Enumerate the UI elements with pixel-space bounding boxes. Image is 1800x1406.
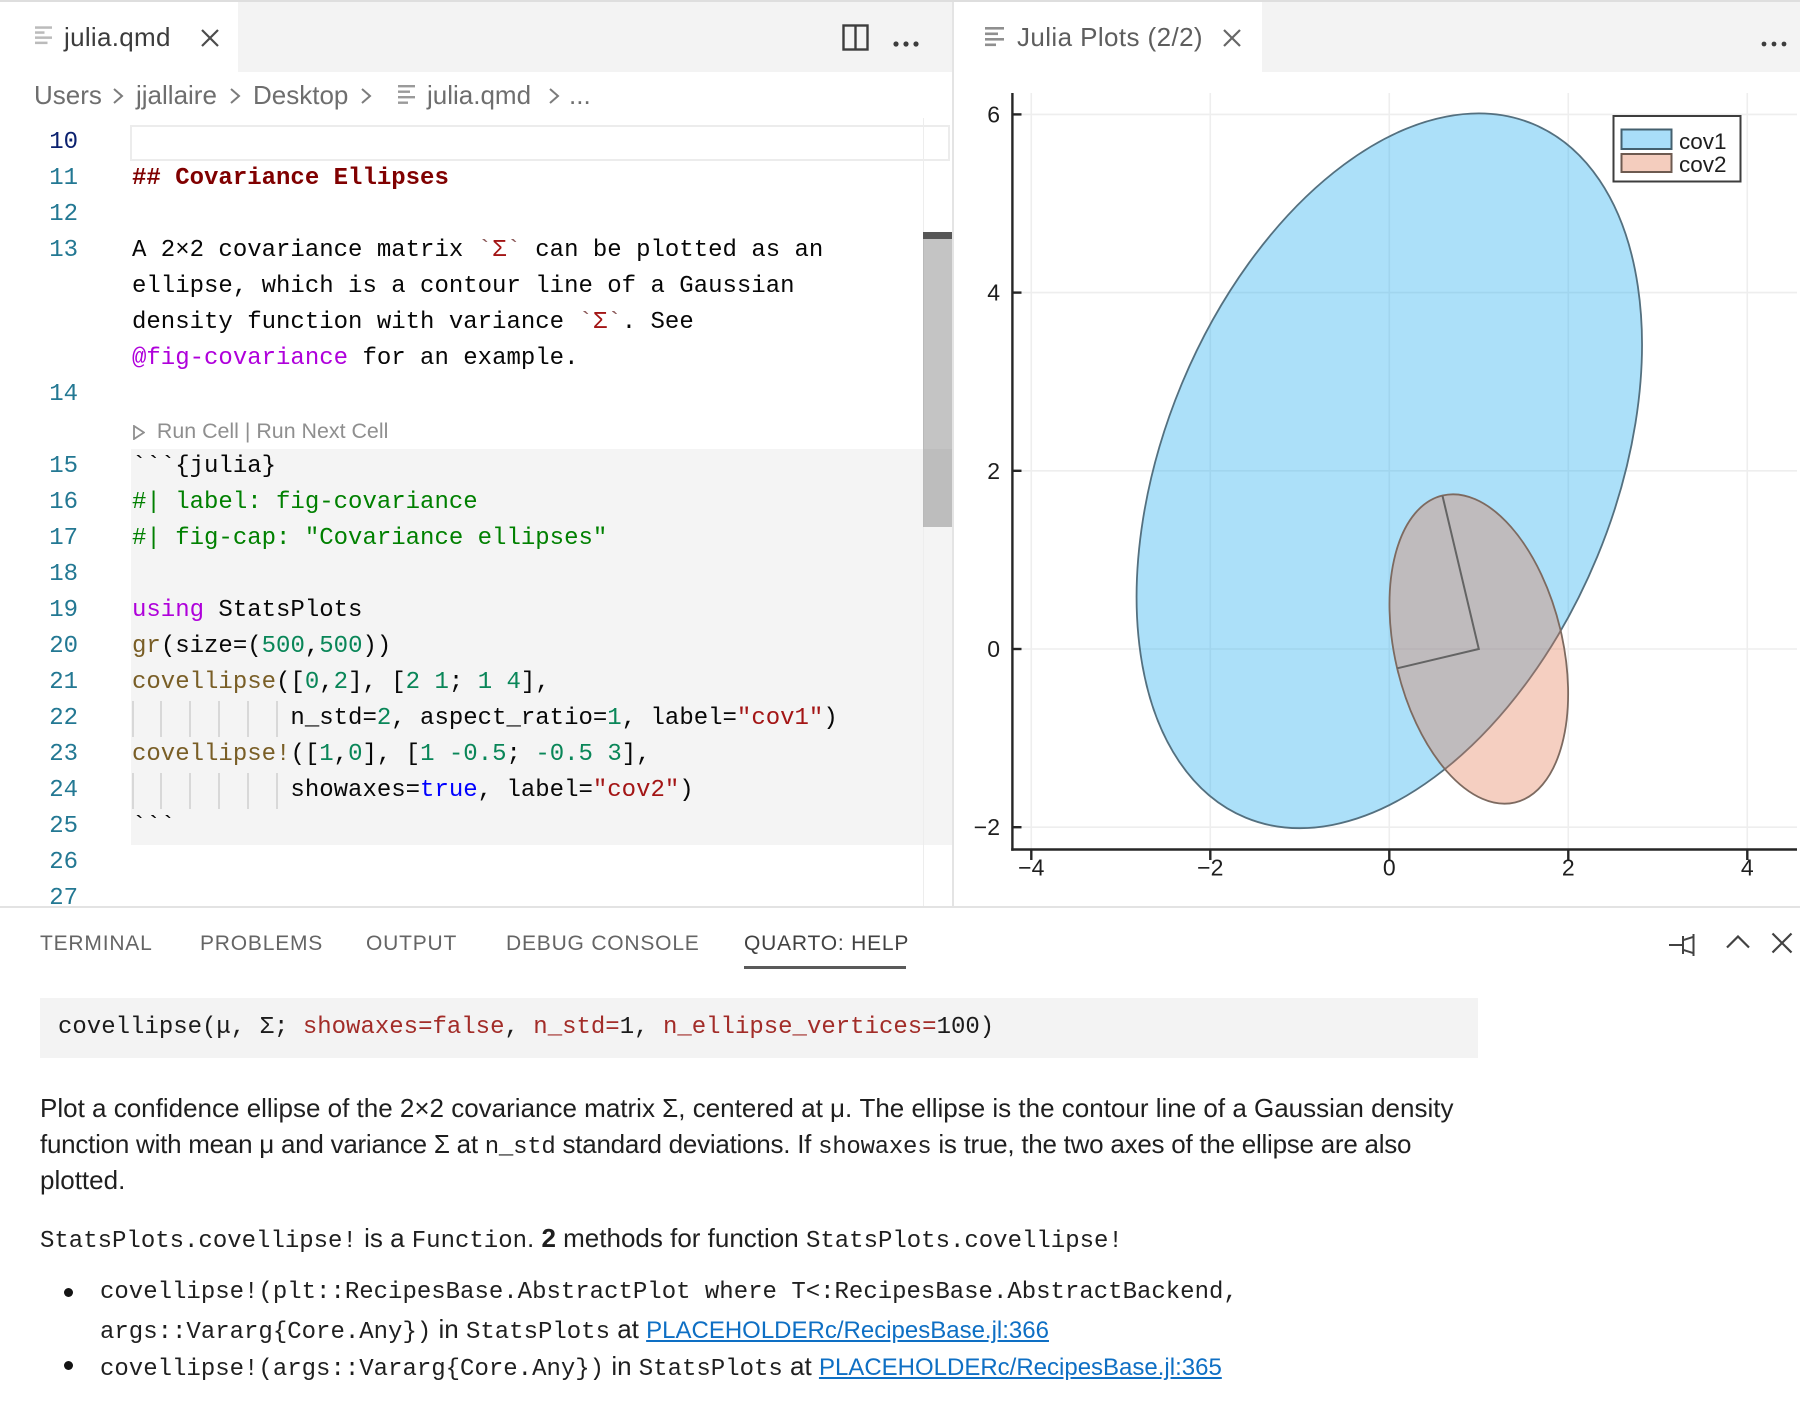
svg-text:6: 6 — [987, 101, 1000, 127]
svg-text:−2: −2 — [1197, 855, 1223, 881]
svg-text:2: 2 — [987, 458, 1000, 484]
svg-text:−2: −2 — [974, 814, 1000, 840]
svg-text:−4: −4 — [1018, 855, 1044, 881]
svg-text:4: 4 — [1741, 855, 1754, 881]
svg-text:cov1: cov1 — [1679, 129, 1727, 154]
svg-text:cov2: cov2 — [1679, 152, 1727, 177]
svg-text:0: 0 — [1383, 855, 1396, 881]
svg-text:2: 2 — [1562, 855, 1575, 881]
svg-text:4: 4 — [987, 280, 1000, 306]
svg-text:0: 0 — [987, 636, 1000, 662]
